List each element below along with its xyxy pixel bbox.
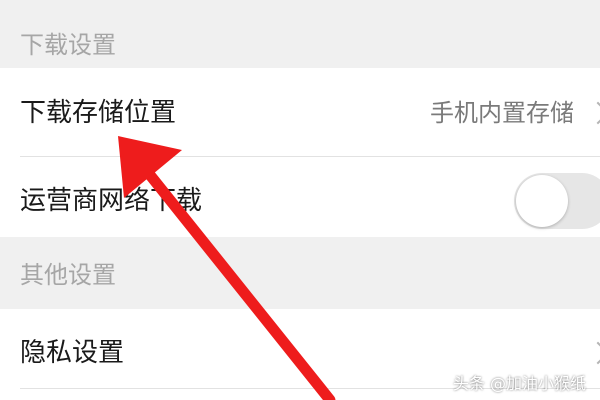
- carrier-download-row: 运营商网络下载: [0, 157, 600, 237]
- section-title-download: 下载设置: [20, 31, 116, 59]
- storage-location-value: 手机内置存储: [430, 99, 574, 127]
- section-title-other: 其他设置: [20, 261, 116, 289]
- storage-location-label: 下载存储位置: [20, 98, 177, 128]
- carrier-download-label: 运营商网络下载: [20, 186, 203, 216]
- privacy-settings-label: 隐私设置: [20, 338, 125, 368]
- settings-screen: 下载设置 下载存储位置 手机内置存储 运营商网络下载 其他设置 隐私设置 头条 …: [0, 0, 600, 400]
- carrier-download-toggle[interactable]: [514, 173, 600, 229]
- section-header-other: 其他设置: [0, 237, 600, 309]
- section-header-download: 下载设置: [0, 0, 600, 68]
- storage-location-row[interactable]: 下载存储位置 手机内置存储: [0, 68, 600, 156]
- toggle-knob: [516, 175, 568, 227]
- chevron-right-icon: [586, 101, 600, 125]
- chevron-right-icon: [586, 341, 600, 365]
- watermark-text: 头条 @加油小猴纸: [452, 374, 586, 393]
